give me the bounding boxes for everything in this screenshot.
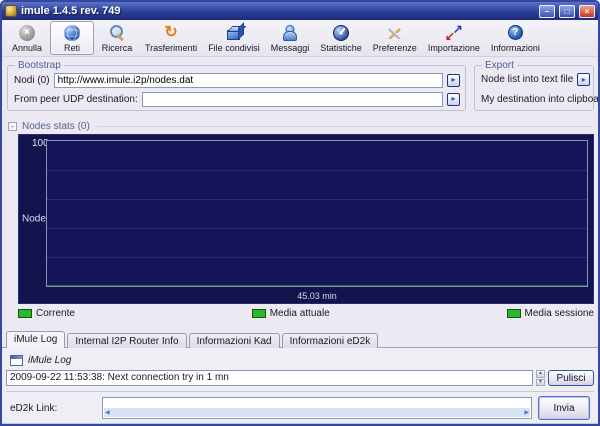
log-scrollbar[interactable]: ▲ ▼ <box>536 370 545 386</box>
export-node-list-button[interactable]: ▸ <box>577 73 590 86</box>
export-group: Export Node list into text file ▸ My des… <box>474 65 594 111</box>
udp-destination-input[interactable] <box>142 92 443 107</box>
log-row: 2009-09-22 11:53:38: Next connection try… <box>6 370 594 386</box>
scroll-left-icon[interactable]: ◀ <box>105 410 110 416</box>
statistics-icon <box>333 25 349 41</box>
ed2k-link-label: eD2k Link: <box>10 403 96 414</box>
legend-item-media-sessione: Media sessione <box>507 308 594 319</box>
app-icon <box>5 5 17 17</box>
messages-icon <box>282 24 298 42</box>
window-title: imule 1.4.5 rev. 749 <box>21 5 535 17</box>
close-button[interactable]: × <box>579 5 595 18</box>
tab-informazioni-ed2k[interactable]: Informazioni eD2k <box>282 333 379 348</box>
toolbar-label: Reti <box>64 43 80 53</box>
minimize-button[interactable]: – <box>539 5 555 18</box>
gridline <box>47 170 587 171</box>
legend-label: Corrente <box>36 308 75 319</box>
groups-row: Bootstrap Nodi (0) ▸ From peer UDP desti… <box>7 65 594 111</box>
nodes-stats-title: Nodes stats (0) <box>22 121 90 132</box>
toolbar-button-trasferimenti[interactable]: ↻ Trasferimenti <box>140 21 202 55</box>
shared-files-icon <box>227 30 240 40</box>
cancel-icon: × <box>19 25 35 41</box>
tab-imule-log[interactable]: iMule Log <box>6 331 65 348</box>
scroll-down-icon[interactable]: ▼ <box>536 379 545 387</box>
ed2k-link-row: eD2k Link: ◀ ▶ Invia <box>6 391 594 424</box>
maximize-button[interactable]: □ <box>559 5 575 18</box>
ed2k-horizontal-scrollbar[interactable]: ◀ ▶ <box>104 408 530 417</box>
legend-label: Media sessione <box>525 308 594 319</box>
toolbar-label: Trasferimenti <box>145 43 197 53</box>
toolbar-label: File condivisi <box>208 43 260 53</box>
bootstrap-group-title: Bootstrap <box>15 60 64 71</box>
toolbar-label: Importazione <box>428 43 480 53</box>
nodes-url-label: Nodi (0) <box>14 75 50 86</box>
header-rule <box>97 126 592 127</box>
legend-item-media-attuale: Media attuale <box>252 308 330 319</box>
plot-area <box>46 140 588 287</box>
preferences-icon <box>386 25 404 41</box>
nodes-stats-chart: 100 Nodes 45.03 min <box>18 134 594 304</box>
send-link-button[interactable]: Invia <box>538 396 590 420</box>
import-icon: ↗↙ <box>445 24 463 41</box>
udp-destination-label: From peer UDP destination: <box>14 94 138 105</box>
export-group-title: Export <box>482 60 517 71</box>
nodes-url-input[interactable] <box>54 73 443 88</box>
bootstrap-group: Bootstrap Nodi (0) ▸ From peer UDP desti… <box>7 65 466 111</box>
nodes-stats-header: - Nodes stats (0) <box>8 120 592 132</box>
x-axis-span-label: 45.03 min <box>46 291 588 301</box>
chart-legend: Corrente Media attuale Media sessione <box>18 307 594 319</box>
log-header: iMule Log <box>10 353 594 367</box>
scroll-right-icon[interactable]: ▶ <box>524 410 529 416</box>
toolbar-label: Statistiche <box>320 43 362 53</box>
toolbar-label: Informazioni <box>491 43 540 53</box>
legend-swatch <box>18 309 32 318</box>
networks-icon <box>64 25 80 41</box>
toolbar-button-statistiche[interactable]: Statistiche <box>315 21 367 55</box>
toolbar-button-preferenze[interactable]: Preferenze <box>368 21 422 55</box>
toolbar-button-annulla[interactable]: × Annulla <box>5 21 49 55</box>
toolbar-button-importazione[interactable]: ↗↙ Importazione <box>423 21 485 55</box>
gridline <box>47 199 587 200</box>
main-toolbar: × Annulla Reti Ricerca ↻ Trasferimenti F… <box>2 20 598 57</box>
ed2k-link-input[interactable]: ◀ ▶ <box>102 397 532 419</box>
toolbar-label: Ricerca <box>102 43 133 53</box>
bootstrap-udp-button[interactable]: ▸ <box>447 93 460 106</box>
legend-swatch <box>507 309 521 318</box>
legend-label: Media attuale <box>270 308 330 319</box>
imule-window: imule 1.4.5 rev. 749 – □ × × Annulla Ret… <box>0 0 600 426</box>
log-output[interactable]: 2009-09-22 11:53:38: Next connection try… <box>6 370 533 386</box>
legend-swatch <box>252 309 266 318</box>
toolbar-button-messaggi[interactable]: Messaggi <box>266 21 315 55</box>
log-panel-title: iMule Log <box>28 355 71 366</box>
toolbar-button-file-condivisi[interactable]: File condivisi <box>203 21 265 55</box>
toolbar-label: Preferenze <box>373 43 417 53</box>
toolbar-button-ricerca[interactable]: Ricerca <box>95 21 139 55</box>
download-nodes-button[interactable]: ▸ <box>447 74 460 87</box>
tab-internal-i2p-router-info[interactable]: Internal I2P Router Info <box>67 333 186 348</box>
transfers-icon: ↻ <box>164 25 177 41</box>
clear-log-button[interactable]: Pulisci <box>548 370 594 386</box>
log-tab-panel: iMule Log 2009-09-22 11:53:38: Next conn… <box>2 347 598 424</box>
toolbar-button-informazioni[interactable]: ? Informazioni <box>486 21 545 55</box>
gridline <box>47 257 587 258</box>
series-line-at-zero <box>47 285 587 286</box>
toolbar-label: Annulla <box>12 43 42 53</box>
bottom-tab-bar: iMule Log Internal I2P Router Info Infor… <box>6 330 598 347</box>
collapse-icon[interactable]: - <box>8 122 17 131</box>
log-window-icon <box>10 355 23 366</box>
toolbar-label: Messaggi <box>271 43 310 53</box>
export-node-list-label: Node list into text file <box>481 74 573 85</box>
search-icon <box>108 24 126 42</box>
tab-informazioni-kad[interactable]: Informazioni Kad <box>189 333 280 348</box>
about-icon: ? <box>508 25 523 40</box>
title-bar[interactable]: imule 1.4.5 rev. 749 – □ × <box>2 2 598 20</box>
legend-item-corrente: Corrente <box>18 308 75 319</box>
scroll-up-icon[interactable]: ▲ <box>536 370 545 378</box>
gridline <box>47 228 587 229</box>
toolbar-button-reti[interactable]: Reti <box>50 21 94 55</box>
export-destination-label: My destination into clipboard <box>481 94 600 105</box>
